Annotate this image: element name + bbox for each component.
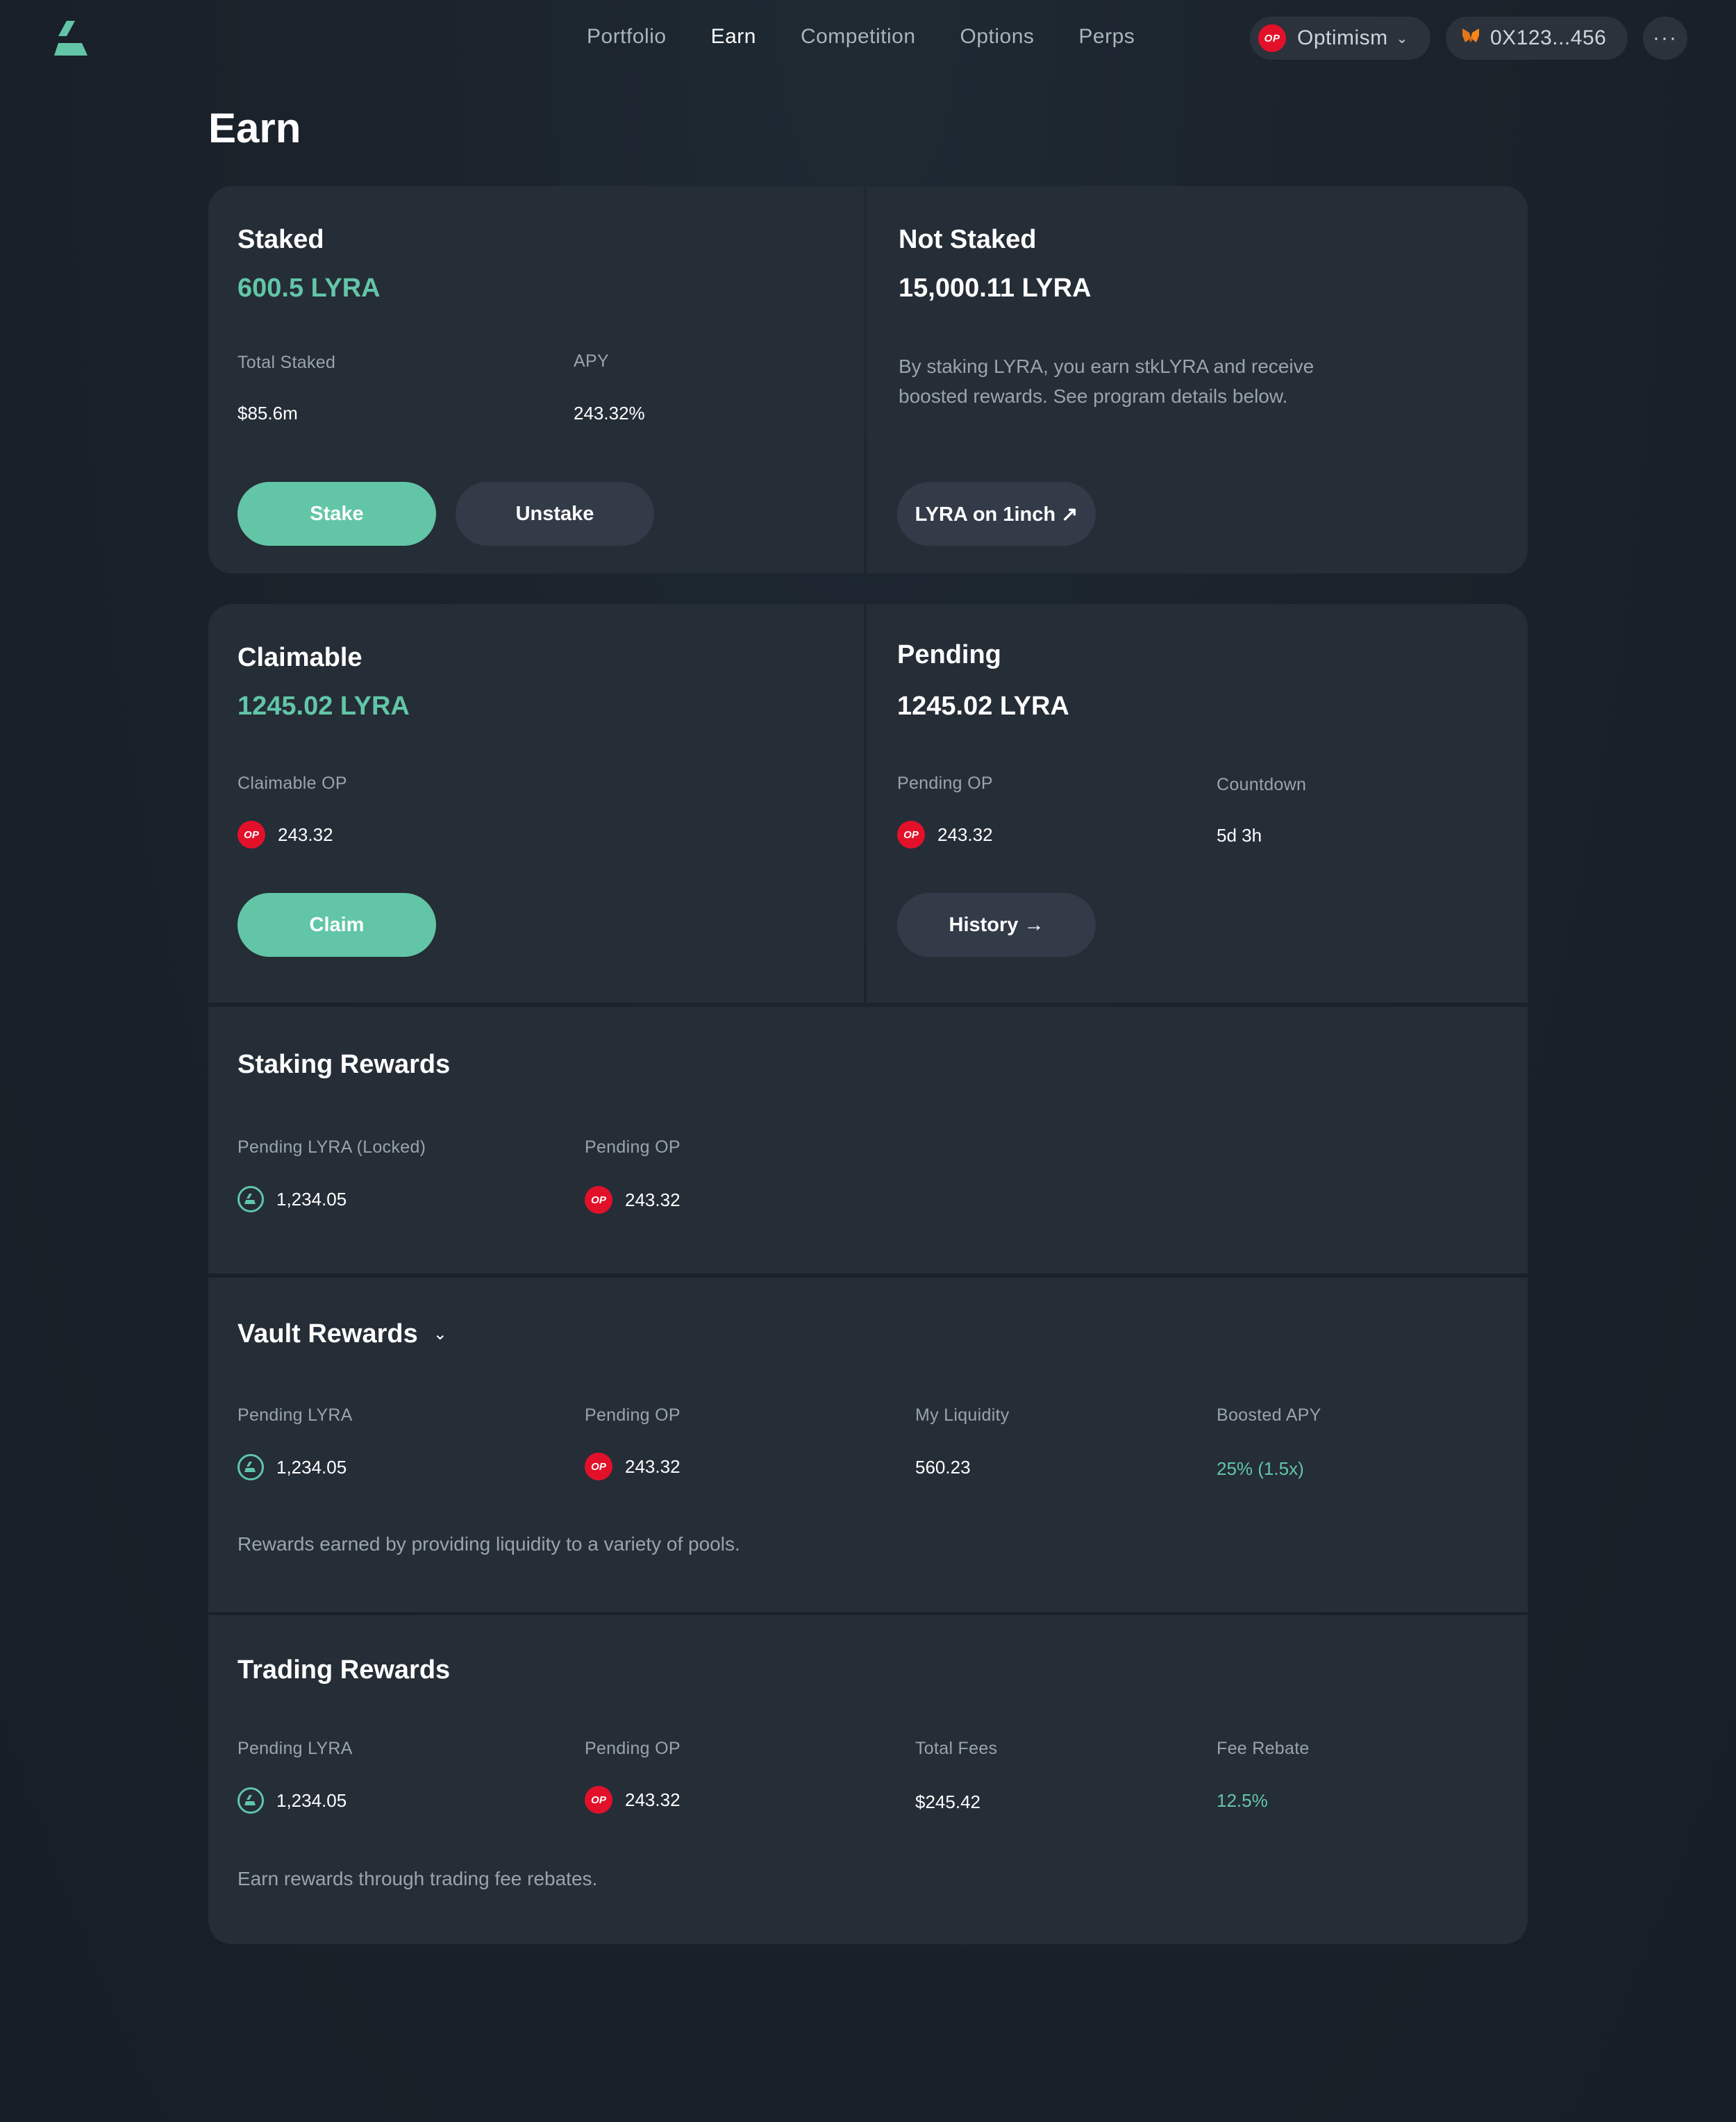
vault-rewards-toggle[interactable]: Vault Rewards ⌄	[237, 1319, 447, 1349]
lyra-token-icon	[237, 1186, 264, 1212]
nav-link-portfolio[interactable]: Portfolio	[587, 25, 667, 49]
chevron-down-icon: ⌄	[1396, 31, 1408, 47]
trading-pending-op-value: 243.32	[625, 1789, 681, 1810]
staking-pending-op-label: Pending OP	[585, 1137, 681, 1157]
vault-rewards-title: Vault Rewards	[237, 1319, 418, 1348]
total-fees-value: $245.42	[915, 1791, 980, 1812]
staked-card: Staked 600.5 LYRA Total Staked $85.6m AP…	[208, 186, 864, 574]
op-token-icon: OP	[897, 821, 925, 849]
pending-op-value-row: OP 243.32	[897, 821, 993, 849]
trading-pending-lyra-row: 1,234.05	[237, 1787, 347, 1814]
pending-op-value: 243.32	[937, 824, 993, 845]
wallet-button[interactable]: 0X123...456	[1446, 17, 1628, 60]
optimism-icon: OP	[1258, 24, 1286, 52]
unstake-button[interactable]: Unstake	[456, 482, 654, 546]
lyra-on-1inch-button[interactable]: LYRA on 1inch ↗	[897, 482, 1096, 546]
op-token-icon: OP	[237, 821, 265, 849]
my-liquidity-value: 560.23	[915, 1457, 971, 1478]
more-dots-icon: ···	[1653, 26, 1678, 49]
claimable-title: Claimable	[237, 643, 362, 672]
metamask-fox-icon	[1461, 26, 1480, 51]
total-staked-value: $85.6m	[237, 403, 298, 424]
lyra-token-icon	[237, 1787, 264, 1814]
staking-rewards-title: Staking Rewards	[237, 1050, 451, 1079]
staking-pending-lyra-value: 1,234.05	[276, 1188, 347, 1210]
claimable-amount: 1245.02 LYRA	[237, 692, 410, 721]
boosted-apy-value: 25% (1.5x)	[1217, 1458, 1304, 1479]
history-button[interactable]: History →	[897, 893, 1096, 957]
nav-link-options[interactable]: Options	[960, 25, 1035, 49]
lyra-logo-icon[interactable]	[51, 21, 90, 58]
trading-pending-op-label: Pending OP	[585, 1739, 681, 1758]
op-token-icon: OP	[585, 1786, 612, 1814]
nav-link-earn[interactable]: Earn	[711, 25, 756, 49]
chevron-down-icon: ⌄	[433, 1325, 447, 1344]
more-menu-button[interactable]: ···	[1643, 17, 1687, 60]
staking-rewards-card: Staking Rewards Pending LYRA (Locked) 1,…	[208, 1007, 1528, 1273]
top-nav: Portfolio Earn Competition Options Perps…	[0, 0, 1736, 78]
vault-pending-op-label: Pending OP	[585, 1405, 681, 1425]
claimable-op-label: Claimable OP	[237, 774, 347, 793]
pending-op-label: Pending OP	[897, 774, 993, 793]
vault-pending-op-row: OP 243.32	[585, 1453, 681, 1480]
claimable-op-value: 243.32	[278, 824, 333, 845]
page-title: Earn	[208, 105, 301, 151]
vault-pending-lyra-value: 1,234.05	[276, 1456, 347, 1478]
trading-rewards-description: Earn rewards through trading fee rebates…	[237, 1868, 598, 1889]
total-fees-label: Total Fees	[915, 1739, 998, 1758]
trading-rewards-title: Trading Rewards	[237, 1655, 451, 1685]
pending-title: Pending	[897, 640, 1001, 669]
vault-pending-lyra-label: Pending LYRA	[237, 1405, 353, 1425]
trading-pending-op-row: OP 243.32	[585, 1786, 681, 1814]
claim-button[interactable]: Claim	[237, 893, 436, 957]
fee-rebate-label: Fee Rebate	[1217, 1739, 1310, 1758]
fee-rebate-value: 12.5%	[1217, 1790, 1268, 1811]
apy-label: APY	[574, 351, 609, 371]
claimable-op-value-row: OP 243.32	[237, 821, 333, 849]
staking-pending-lyra-label: Pending LYRA (Locked)	[237, 1137, 426, 1157]
network-label: Optimism	[1297, 26, 1388, 49]
lyra-token-icon	[237, 1454, 264, 1480]
vault-rewards-description: Rewards earned by providing liquidity to…	[237, 1533, 740, 1555]
staked-title: Staked	[237, 225, 324, 254]
apy-value: 243.32%	[574, 403, 645, 424]
wallet-address: 0X123...456	[1490, 26, 1607, 49]
claimable-card: Claimable 1245.02 LYRA Claimable OP OP 2…	[208, 604, 864, 1003]
countdown-label: Countdown	[1217, 775, 1307, 794]
stake-button[interactable]: Stake	[237, 482, 436, 546]
countdown-value: 5d 3h	[1217, 825, 1262, 846]
staking-pending-op-value: 243.32	[625, 1189, 681, 1210]
not-staked-description: By staking LYRA, you earn stkLYRA and re…	[899, 356, 1314, 407]
vault-pending-lyra-row: 1,234.05	[237, 1454, 347, 1480]
nav-link-competition[interactable]: Competition	[801, 25, 916, 49]
boosted-apy-label: Boosted APY	[1217, 1405, 1321, 1425]
staking-pending-op-row: OP 243.32	[585, 1186, 681, 1214]
staked-amount: 600.5 LYRA	[237, 274, 381, 303]
staking-pending-lyra-row: 1,234.05	[237, 1186, 347, 1212]
op-token-icon: OP	[585, 1186, 612, 1214]
not-staked-amount: 15,000.11 LYRA	[899, 274, 1092, 303]
nav-link-perps[interactable]: Perps	[1078, 25, 1135, 49]
trading-pending-lyra-label: Pending LYRA	[237, 1739, 353, 1758]
vault-rewards-card: Vault Rewards ⌄ Pending LYRA 1,234.05 Pe…	[208, 1278, 1528, 1612]
op-token-icon: OP	[585, 1453, 612, 1480]
my-liquidity-label: My Liquidity	[915, 1405, 1010, 1425]
not-staked-title: Not Staked	[899, 225, 1037, 254]
trading-pending-lyra-value: 1,234.05	[276, 1789, 347, 1811]
pending-card: Pending 1245.02 LYRA Pending OP OP 243.3…	[867, 604, 1528, 1003]
not-staked-card: Not Staked 15,000.11 LYRA By staking LYR…	[867, 186, 1528, 574]
pending-amount: 1245.02 LYRA	[897, 692, 1069, 721]
nav-links: Portfolio Earn Competition Options Perps	[587, 25, 1179, 49]
network-selector[interactable]: OP Optimism ⌄	[1250, 17, 1430, 60]
trading-rewards-card: Trading Rewards Pending LYRA 1,234.05 Pe…	[208, 1615, 1528, 1944]
vault-pending-op-value: 243.32	[625, 1455, 681, 1477]
total-staked-label: Total Staked	[237, 353, 336, 372]
